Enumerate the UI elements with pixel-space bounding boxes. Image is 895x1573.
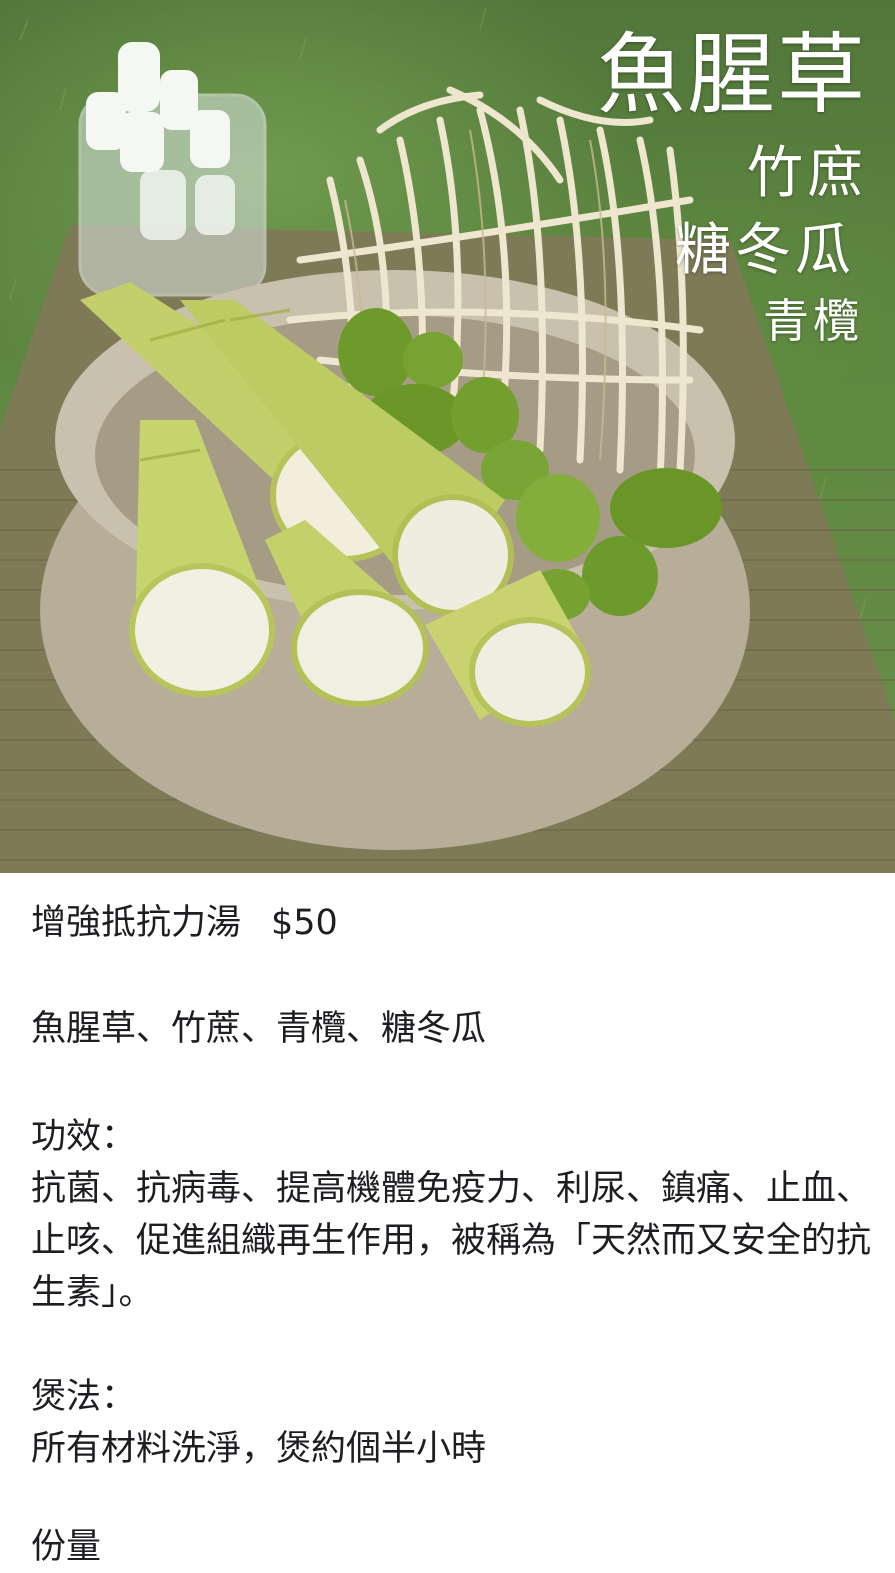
effects-text: 抗菌、抗病毒、提高機體免疫力、利尿、鎮痛、止血、止咳、促進組織再生作用，被稱為「… [31,1169,872,1313]
soup-price: $50 [271,903,338,943]
soup-title: 增強抵抗力湯 [31,903,242,943]
overlay-line-winter-melon: 糖冬瓜 [675,218,855,283]
post-photo[interactable]: 魚腥草 竹庶 糖冬瓜 青欖 [0,0,895,873]
overlay-line-yuxingcao: 魚腥草 [596,23,867,126]
post-headline: 增強抵抗力湯 $50 [31,897,338,949]
method-text: 所有材料洗淨，煲約個半小時 [31,1429,487,1469]
effects-label: 功效： [31,1117,137,1157]
ingredients-list: 魚腥草、竹蔗、青欖、糖冬瓜 [31,1009,487,1049]
method-label: 煲法： [31,1377,137,1417]
overlay-line-sugarcane: 竹庶 [747,141,867,206]
overlay-line-olive: 青欖 [763,294,863,348]
portion-label-partial: 份量 [31,1527,102,1567]
